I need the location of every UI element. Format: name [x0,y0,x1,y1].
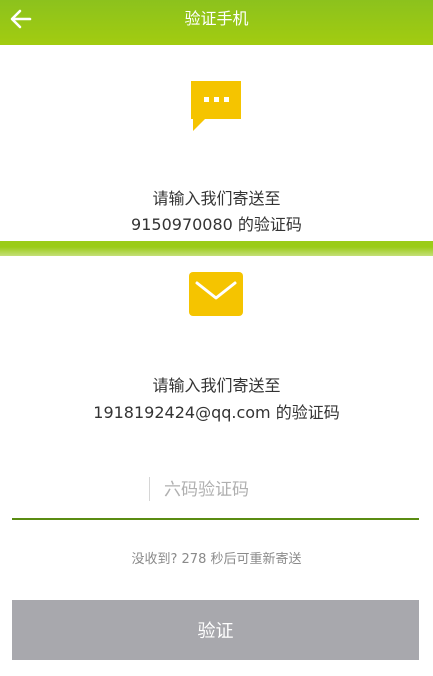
verification-code-input[interactable] [152,474,356,506]
input-cursor [149,477,150,501]
envelope-icon [189,272,243,316]
section-divider [0,241,433,256]
phone-message-line2: 9150970080 的验证码 [131,215,302,234]
phone-message-line1: 请输入我们寄送至 [152,189,281,208]
app-header: 验证手机 [0,0,433,45]
page-title: 验证手机 [184,9,249,28]
phone-verification-section: 请输入我们寄送至 9150970080 的验证码 [0,45,433,241]
email-message-line2: 1918192424@qq.com 的验证码 [93,403,340,422]
resend-countdown-text: 没收到? 278 秒后可重新寄送 [131,552,302,567]
chat-bubble-icon [191,81,241,131]
verify-button[interactable]: 验证 [12,600,419,660]
code-input-container [12,470,419,520]
email-message-line1: 请输入我们寄送至 [152,376,281,395]
